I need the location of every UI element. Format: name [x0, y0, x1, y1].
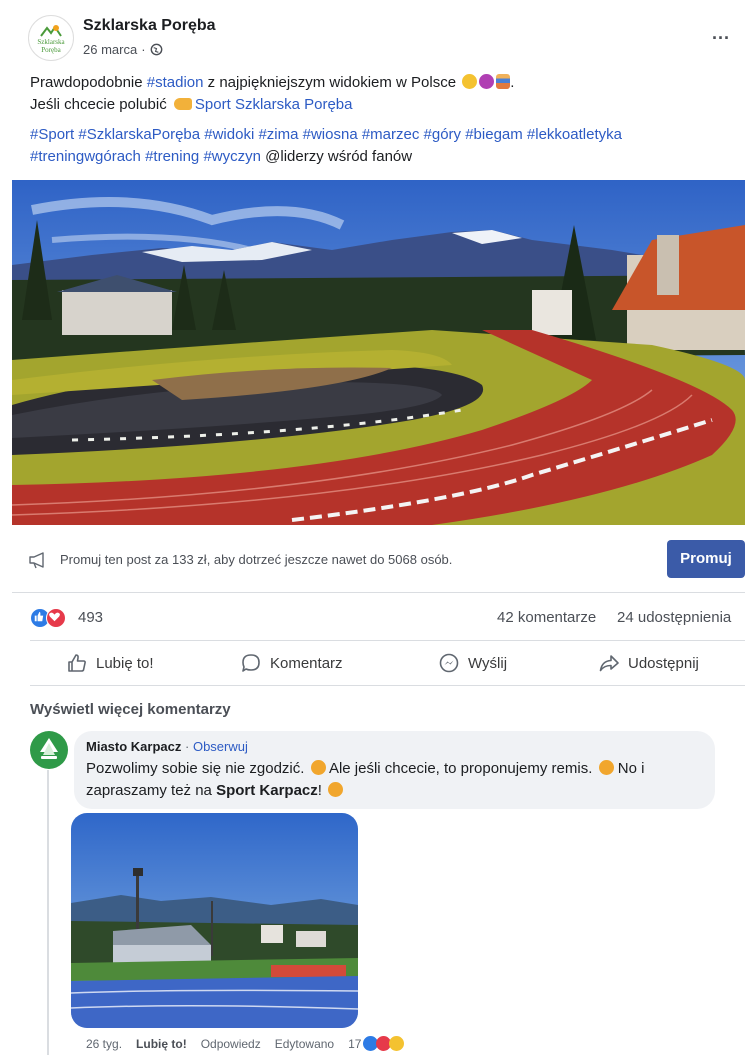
comment-button[interactable]: Komentarz — [240, 648, 343, 678]
kiss-emoji-icon — [310, 760, 326, 775]
hashtags-line2[interactable]: #treningwgórach #trening #wyczyn — [30, 148, 261, 165]
smile-emoji-icon — [328, 782, 344, 797]
comment-actions: 26 tyg. Lubię to! Odpowiedz Edytowano 17 — [86, 1036, 405, 1051]
send-button[interactable]: Wyślij — [438, 648, 507, 678]
share-arrow-icon — [599, 655, 619, 672]
thread-line — [47, 770, 49, 1055]
hashtag-link[interactable]: #stadion — [147, 74, 204, 91]
laugh-reaction-icon — [389, 1036, 405, 1051]
post-text-line1: Prawdopodobnie #stadion z najpiękniejszy… — [30, 74, 515, 91]
comment-time[interactable]: 26 tyg. — [86, 1037, 122, 1051]
post-meta: 26 marca · — [83, 42, 163, 57]
like-label: Lubię to! — [96, 654, 154, 672]
karpacz-stadium-image — [71, 813, 358, 1028]
dot-separator: · — [185, 739, 190, 754]
comment-reactions[interactable]: 17 — [348, 1036, 405, 1051]
like-button[interactable]: Lubię to! — [66, 648, 154, 678]
more-options-button[interactable]: ... — [712, 23, 730, 44]
wink-emoji-icon — [462, 74, 478, 89]
karpacz-logo-icon — [40, 738, 58, 759]
sport-szklarska-link[interactable]: Sport Szklarska Poręba — [195, 96, 353, 113]
follow-link[interactable]: Obserwuj — [193, 739, 248, 754]
comment-header: Miasto Karpacz · Obserwuj — [86, 739, 248, 754]
post-text-line2: Jeśli chcecie polubić Sport Szklarska Po… — [30, 96, 353, 113]
globe-icon — [150, 43, 162, 56]
share-count[interactable]: 24 udostępnienia — [617, 609, 731, 626]
comment-text-line2: zapraszamy też na Sport Karpacz! — [86, 780, 344, 802]
love-reaction-icon — [46, 608, 66, 628]
comment-author[interactable]: Miasto Karpacz — [86, 739, 181, 754]
comment-like-button[interactable]: Lubię to! — [136, 1037, 187, 1051]
dot-separator: · — [141, 42, 146, 57]
comment-label: Komentarz — [270, 654, 343, 672]
megaphone-icon — [29, 552, 44, 569]
stadium-landscape-image — [12, 180, 745, 525]
share-button[interactable]: Udostępnij — [598, 648, 699, 678]
share-label: Udostępnij — [628, 654, 699, 672]
post-photo[interactable] — [12, 180, 745, 525]
page-avatar[interactable]: Szklarska Poręba — [28, 15, 74, 61]
relieved-emoji-icon — [598, 760, 614, 775]
reaction-count[interactable]: 493 — [78, 609, 103, 626]
page-logo: Szklarska Poręba — [37, 25, 65, 54]
commenter-avatar[interactable] — [30, 731, 68, 769]
page-name[interactable]: Szklarska Poręba — [83, 17, 216, 35]
promo-text: Promuj ten post za 133 zł, aby dotrzeć j… — [60, 552, 453, 567]
speech-bubble-icon — [242, 654, 260, 672]
sport-karpacz-mention[interactable]: Sport Karpacz — [216, 782, 318, 799]
post-date[interactable]: 26 marca — [83, 42, 137, 57]
comment-reaction-count: 17 — [348, 1036, 362, 1051]
comment-edited-label[interactable]: Edytowano — [275, 1037, 334, 1051]
view-more-comments-link[interactable]: Wyświetl więcej komentarzy — [30, 701, 231, 718]
svg-text:Poręba: Poręba — [41, 46, 61, 54]
promote-button[interactable]: Promuj — [667, 540, 745, 578]
runner-emoji-icon — [496, 74, 511, 89]
comment-text-line1: Pozwolimy sobie się nie zgodzić. Ale jeś… — [86, 760, 645, 777]
hashtags-line1[interactable]: #Sport #SzklarskaPoręba #widoki #zima #w… — [30, 124, 622, 146]
messenger-icon — [439, 653, 459, 673]
starstruck-emoji-icon — [479, 74, 495, 89]
comment-reply-button[interactable]: Odpowiedz — [201, 1037, 261, 1051]
pointing-hand-emoji-icon — [173, 98, 192, 110]
svg-text:Szklarska: Szklarska — [37, 38, 65, 46]
hashtags-line2-row: #treningwgórach #trening #wyczyn @liderz… — [30, 146, 412, 168]
send-label: Wyślij — [468, 654, 508, 672]
comment-count[interactable]: 42 komentarze — [497, 609, 596, 626]
thumbs-up-icon — [68, 654, 86, 672]
mention-text: @liderzy wśród fanów — [265, 148, 413, 165]
comment-photo[interactable] — [71, 813, 358, 1028]
